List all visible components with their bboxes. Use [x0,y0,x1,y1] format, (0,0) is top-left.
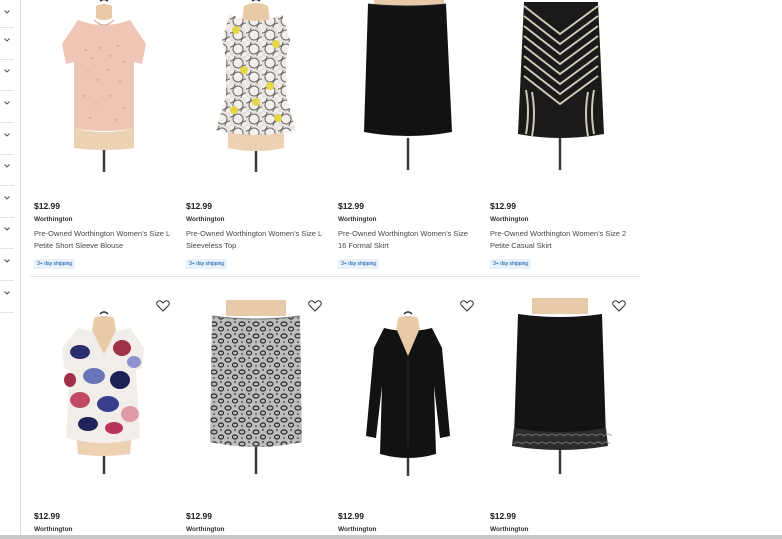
shipping-badge: 3+ day shipping [186,259,228,269]
chevron-down-icon [4,259,10,263]
product-price: $12.99 [34,511,60,521]
product-brand: Worthington [34,216,73,223]
product-image[interactable] [334,0,482,180]
filter-row[interactable] [0,217,14,249]
product-image[interactable] [334,296,482,476]
product-price: $12.99 [186,511,212,521]
chevron-down-icon [4,291,10,295]
product-image[interactable] [486,0,634,180]
chevron-down-icon [4,164,10,168]
chevron-down-icon [4,38,10,42]
product-image[interactable] [182,296,330,476]
product-title[interactable]: Pre-Owned Worthington Women's Size 16 Fo… [338,228,478,252]
chevron-down-icon [4,10,10,14]
filter-row[interactable] [0,0,14,28]
black-pencil-skirt-image [364,0,452,170]
product-price: $12.99 [490,511,516,521]
leopard-print-skirt-image [210,300,302,474]
product-title[interactable]: Pre-Owned Worthington Women's Size 2 Pet… [490,228,630,252]
product-price: $12.99 [338,511,364,521]
filter-sidebar [0,0,21,539]
black-v-neck-top-image [366,311,450,476]
chevron-print-skirt-image [518,2,604,170]
product-image[interactable] [182,0,330,180]
filter-row[interactable] [0,91,14,123]
black-lace-skirt-image [512,298,613,474]
product-title[interactable]: Pre-Owned Worthington Women's Size L Pet… [34,228,174,252]
product-brand: Worthington [338,216,377,223]
hexagon-print-top-image [216,0,296,172]
filter-row[interactable] [0,281,14,313]
product-title[interactable]: Pre-Owned Worthington Women's Size L Sle… [186,228,326,252]
product-image[interactable] [486,296,634,476]
product-image[interactable] [30,0,178,180]
floral-print-top-image [62,311,144,474]
shipping-badge: 3+ day shipping [490,259,532,269]
product-price: $12.99 [490,201,516,211]
chevron-down-icon [4,133,10,137]
filter-row[interactable] [0,186,14,218]
product-image[interactable] [30,296,178,476]
horizontal-scrollbar[interactable] [0,535,782,539]
product-brand: Worthington [490,526,529,533]
product-price: $12.99 [186,201,212,211]
filter-row[interactable] [0,249,14,281]
product-brand: Worthington [338,526,377,533]
product-price: $12.99 [34,201,60,211]
shipping-badge: 3+ day shipping [34,259,76,269]
product-brand: Worthington [34,526,73,533]
chevron-down-icon [4,196,10,200]
product-brand: Worthington [186,526,225,533]
shipping-badge: 3+ day shipping [338,259,380,269]
chevron-down-icon [4,101,10,105]
filter-row[interactable] [0,123,14,155]
row-divider [30,276,640,277]
product-price: $12.99 [338,201,364,211]
filter-row[interactable] [0,59,14,91]
filter-row[interactable] [0,154,14,186]
chevron-down-icon [4,69,10,73]
product-brand: Worthington [490,216,529,223]
chevron-down-icon [4,227,10,231]
product-brand: Worthington [186,216,225,223]
pink-blouse-image [62,0,146,172]
filter-row[interactable] [0,28,14,60]
